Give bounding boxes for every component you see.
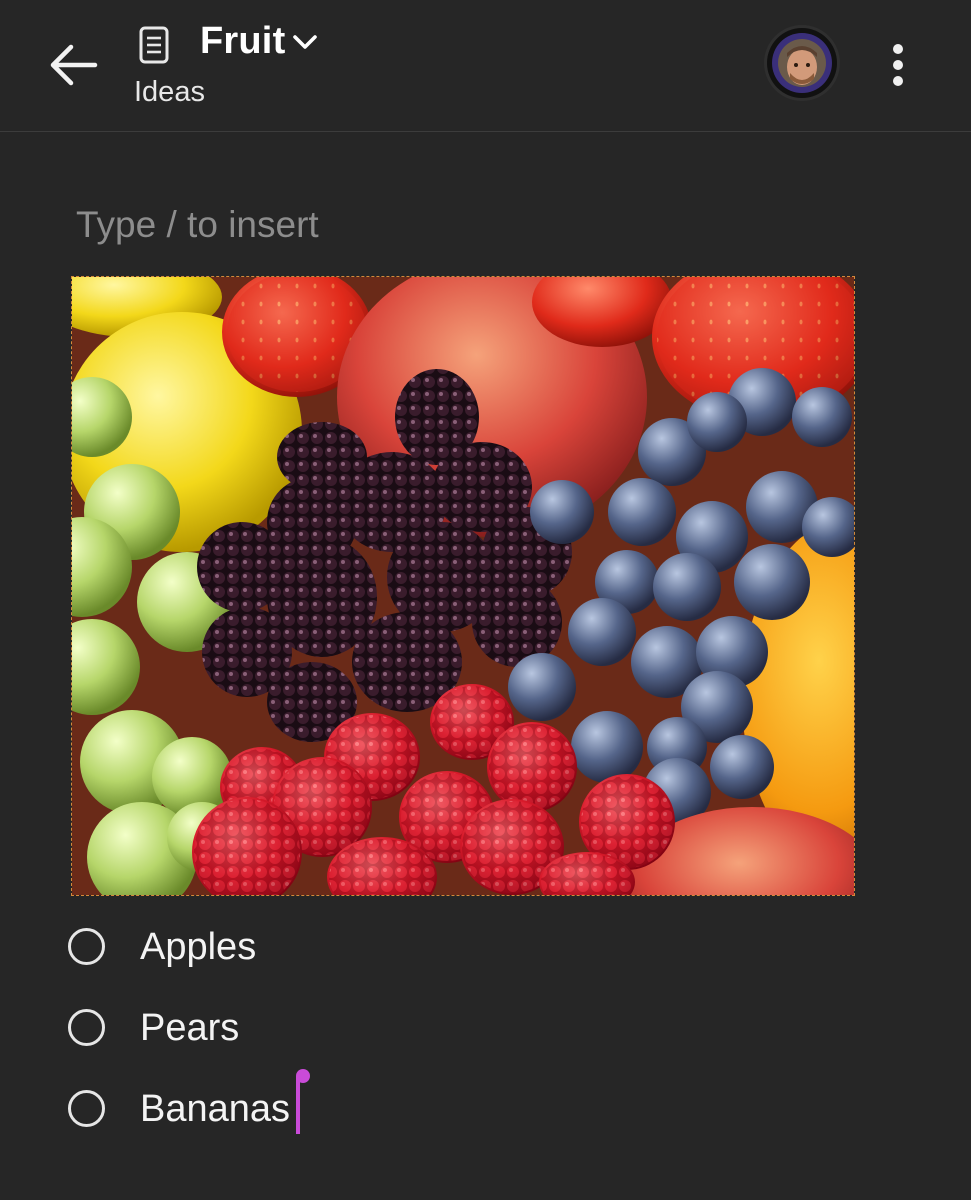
section-name: Ideas xyxy=(134,76,205,108)
avatar-photo xyxy=(778,39,826,87)
page-editor: Fruit Ideas Type / to insert Apples Pear… xyxy=(0,0,971,1200)
insert-placeholder[interactable]: Type / to insert xyxy=(76,204,319,246)
checkbox[interactable] xyxy=(68,1090,105,1127)
page-title: Fruit xyxy=(200,20,286,62)
fruit-photo xyxy=(72,277,854,895)
checkbox[interactable] xyxy=(68,928,105,965)
more-vertical-icon-dot xyxy=(893,44,903,54)
fruit-image[interactable] xyxy=(71,276,855,896)
page-title-dropdown[interactable]: Fruit xyxy=(200,20,319,63)
back-button[interactable] xyxy=(44,36,102,94)
text-cursor-handle[interactable] xyxy=(296,1069,310,1083)
checklist-item: Bananas xyxy=(68,1084,768,1144)
text-cursor[interactable] xyxy=(296,1076,300,1134)
chevron-down-icon xyxy=(293,34,318,49)
document-icon xyxy=(139,26,169,64)
more-options-button[interactable] xyxy=(878,40,918,90)
user-avatar[interactable] xyxy=(767,28,837,98)
checklist-item: Pears xyxy=(68,1003,768,1063)
more-vertical-icon-dot xyxy=(893,60,903,70)
arrow-left-icon xyxy=(50,44,98,86)
checklist-item-label[interactable]: Apples xyxy=(140,926,256,969)
checklist-item: Apples xyxy=(68,922,768,982)
checklist-item-label[interactable]: Bananas xyxy=(140,1088,290,1131)
checklist-item-label[interactable]: Pears xyxy=(140,1007,239,1050)
more-vertical-icon-dot xyxy=(893,76,903,86)
app-header: Fruit Ideas xyxy=(0,0,971,132)
checkbox[interactable] xyxy=(68,1009,105,1046)
